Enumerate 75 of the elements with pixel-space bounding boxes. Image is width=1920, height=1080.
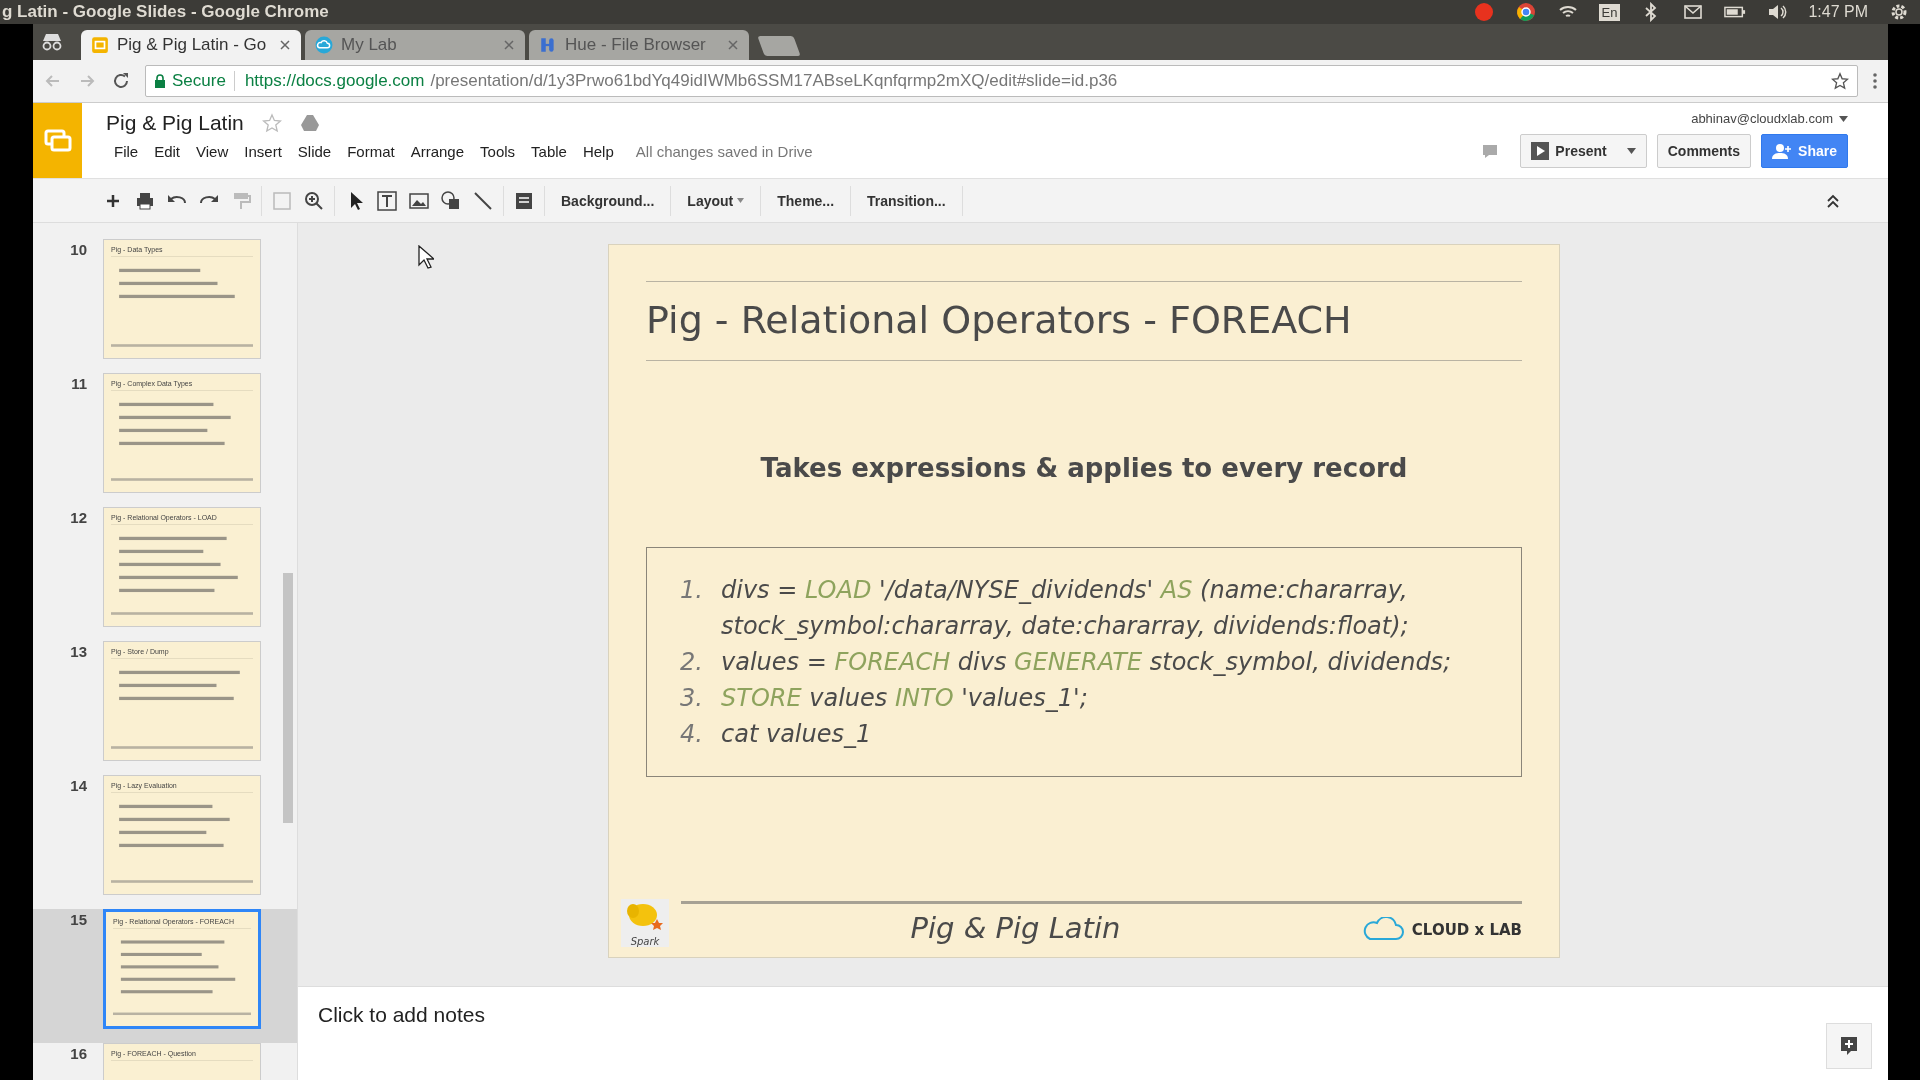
menu-item[interactable]: Insert bbox=[236, 141, 290, 162]
code-line: values = FOREACH divs GENERATE stock_symbol, dividends; bbox=[721, 647, 1452, 678]
share-button[interactable]: Share bbox=[1761, 134, 1848, 168]
code-line: stock_symbol:chararray, date:chararray, dividends:float); bbox=[721, 611, 1409, 642]
slide-number: 14 bbox=[69, 776, 87, 796]
scrollbar[interactable] bbox=[283, 573, 293, 823]
menu-item[interactable]: Help bbox=[574, 141, 622, 162]
star-icon[interactable] bbox=[261, 113, 282, 133]
add-comment-icon bbox=[1839, 1035, 1859, 1057]
slide-number: 15 bbox=[69, 910, 87, 930]
list-number: 4. bbox=[679, 719, 703, 750]
chrome-icon[interactable] bbox=[1514, 2, 1537, 22]
url-path: /presentation/d/1y3Prwo61bdYq49idIWMb6SSM17ABseLKqnfqrmp2mXQ/edit#slide=id.p36 bbox=[430, 71, 1119, 91]
keyboard-layout[interactable]: En bbox=[1598, 3, 1621, 21]
new-tab-button[interactable] bbox=[757, 36, 801, 56]
code-line: divs = LOAD '/data/NYSE_dividends' AS (name:chararray, bbox=[721, 575, 1409, 606]
slide-subtitle: Takes expressions & applies to every record bbox=[759, 453, 1409, 483]
hue-icon bbox=[539, 36, 557, 54]
slide-title: Pig - Relational Operators - FOREACH bbox=[646, 281, 1522, 361]
add-person-icon bbox=[1772, 143, 1793, 159]
cloud-icon bbox=[315, 36, 333, 54]
volume-icon[interactable] bbox=[1766, 2, 1789, 22]
clock[interactable]: 1:47 PM bbox=[1808, 3, 1868, 21]
menu-item[interactable]: Table bbox=[523, 141, 575, 162]
caret-icon[interactable] bbox=[1839, 115, 1848, 122]
record-icon[interactable] bbox=[1472, 2, 1495, 22]
slide-number: 16 bbox=[69, 1044, 87, 1064]
star-icon[interactable] bbox=[1831, 72, 1849, 90]
mail-icon[interactable] bbox=[1682, 2, 1705, 22]
lock-icon bbox=[154, 74, 166, 88]
url-host: https://docs.google.com bbox=[243, 71, 425, 91]
slide-number: 12 bbox=[69, 508, 87, 528]
code-line: STORE values INTO 'values_1'; bbox=[721, 683, 1088, 714]
menu-item[interactable]: Tools bbox=[472, 141, 524, 162]
menu-item[interactable]: File bbox=[106, 141, 147, 162]
text-box-icon[interactable] bbox=[375, 188, 399, 213]
slide-number: 10 bbox=[69, 240, 87, 260]
menu-item[interactable]: Slide bbox=[289, 141, 340, 162]
comments-button[interactable]: Comments bbox=[1656, 134, 1752, 168]
toolbar-button[interactable]: Theme... bbox=[769, 192, 843, 209]
reload-icon[interactable] bbox=[111, 71, 131, 91]
close-icon[interactable] bbox=[279, 39, 291, 51]
add-button[interactable] bbox=[1826, 1023, 1872, 1069]
window-title: g Latin - Google Slides - Google Chrome bbox=[1, 2, 330, 22]
code-line: cat values_1 bbox=[721, 719, 872, 750]
cloud-icon bbox=[1361, 917, 1406, 943]
menu-icon[interactable] bbox=[1872, 71, 1878, 91]
slides-icon bbox=[91, 36, 109, 54]
play-icon bbox=[1531, 142, 1550, 160]
present-button[interactable]: Present bbox=[1520, 134, 1647, 168]
save-status: All changes saved in Drive bbox=[635, 143, 813, 160]
slide-footer: Pig & Pig Latin bbox=[669, 901, 1362, 945]
toolbar-button[interactable]: Layout bbox=[679, 192, 753, 209]
brand-name: CLOUD x LAB bbox=[1411, 921, 1522, 939]
slide[interactable] bbox=[608, 244, 1560, 958]
list-number: 1. bbox=[679, 575, 703, 606]
secure-label: Secure bbox=[172, 71, 235, 91]
toolbar-button[interactable]: Background... bbox=[553, 192, 663, 209]
menu-item[interactable]: Format bbox=[339, 141, 403, 162]
caret-icon bbox=[1626, 148, 1636, 154]
mouse-cursor-icon bbox=[418, 245, 434, 269]
account-email[interactable]: abhinav@cloudxlab.com bbox=[1691, 111, 1833, 126]
toolbar-button[interactable]: Transition... bbox=[859, 192, 954, 209]
menu-item[interactable]: View bbox=[188, 141, 237, 162]
menu-item[interactable]: Arrange bbox=[402, 141, 473, 162]
spark-logo: Spark bbox=[621, 899, 669, 947]
list-number: 3. bbox=[679, 683, 703, 714]
address-field[interactable]: Secure https://docs.google.com /presentation/d/1y3Prwo61bdYq49idIWMb6SSM17ABseLKqnfqrmp2mXQ/edit#slide=id.p36 bbox=[145, 65, 1858, 97]
menu-item[interactable]: Edit bbox=[146, 141, 189, 162]
list-number: 2. bbox=[679, 647, 703, 678]
browser-tab[interactable]: Pig & Pig Latin - Go bbox=[81, 30, 301, 60]
notes-placeholder[interactable]: Click to add notes bbox=[318, 1003, 485, 1026]
document-title[interactable]: Pig & Pig Latin bbox=[106, 111, 244, 135]
slide-number: 11 bbox=[70, 374, 87, 394]
slide-number: 13 bbox=[69, 642, 87, 662]
